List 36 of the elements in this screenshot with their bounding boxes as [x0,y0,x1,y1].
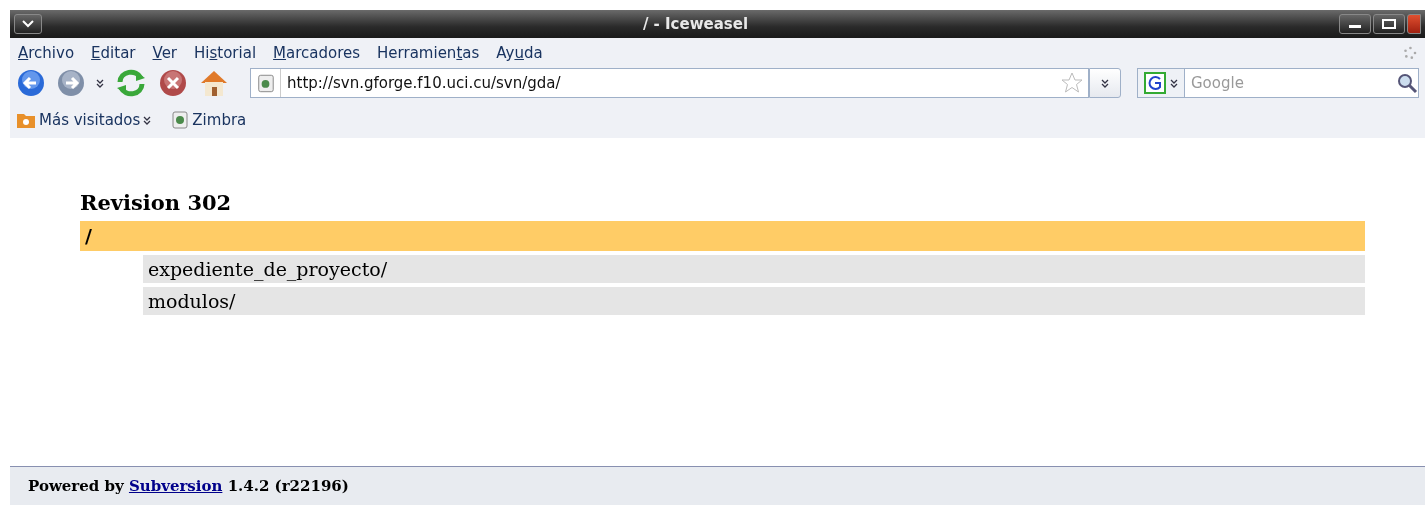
address-field[interactable]: http://svn.gforge.f10.uci.cu/svn/gda/ [281,74,1060,92]
chevron-icon[interactable] [143,115,152,125]
menu-item[interactable]: Herramientas [377,43,480,62]
menu-item[interactable]: Ayuda [496,43,543,62]
maximize-button[interactable] [1373,14,1405,34]
menu-item[interactable]: Historial [194,43,257,62]
search-bar[interactable]: Google [1137,68,1419,98]
forward-icon[interactable] [56,68,86,98]
chevron-icon[interactable] [1101,78,1109,88]
minimize-button[interactable] [1339,14,1371,34]
chevron-icon[interactable] [1170,78,1178,88]
maximize-icon [1382,19,1396,29]
footer-text: Powered by Subversion 1.4.2 (r22196) [10,466,1425,505]
history-dropdown-icon[interactable] [96,78,104,88]
subversion-link[interactable]: Subversion [128,477,223,495]
path-bar: / [80,221,1365,251]
search-icon[interactable] [1396,72,1418,94]
window-title: / - Iceweasel [642,15,749,33]
menu-item[interactable]: Archivo [18,43,75,62]
search-engine-icon[interactable] [1144,72,1166,94]
bookmark-item[interactable]: Zimbra [192,111,247,129]
caret-icon [22,20,34,28]
star-icon[interactable] [1060,71,1084,95]
directory-link[interactable]: modulos/ [143,287,1365,315]
window-menu-button[interactable] [14,14,42,34]
address-bar[interactable]: http://svn.gforge.f10.uci.cu/svn/gda/ [250,68,1089,98]
page-heading: Revision 302 [80,190,233,215]
page-icon [171,110,190,130]
stop-icon[interactable] [158,68,188,98]
directory-link[interactable]: expediente_de_proyecto/ [143,255,1365,283]
menu-item[interactable]: Marcadores [273,43,361,62]
menu-item[interactable]: Editar [91,43,136,62]
bookmark-item[interactable]: Más visitados [39,111,141,129]
back-icon[interactable] [16,68,46,98]
menu-item[interactable]: Ver [152,43,178,62]
folder-icon [16,111,36,129]
